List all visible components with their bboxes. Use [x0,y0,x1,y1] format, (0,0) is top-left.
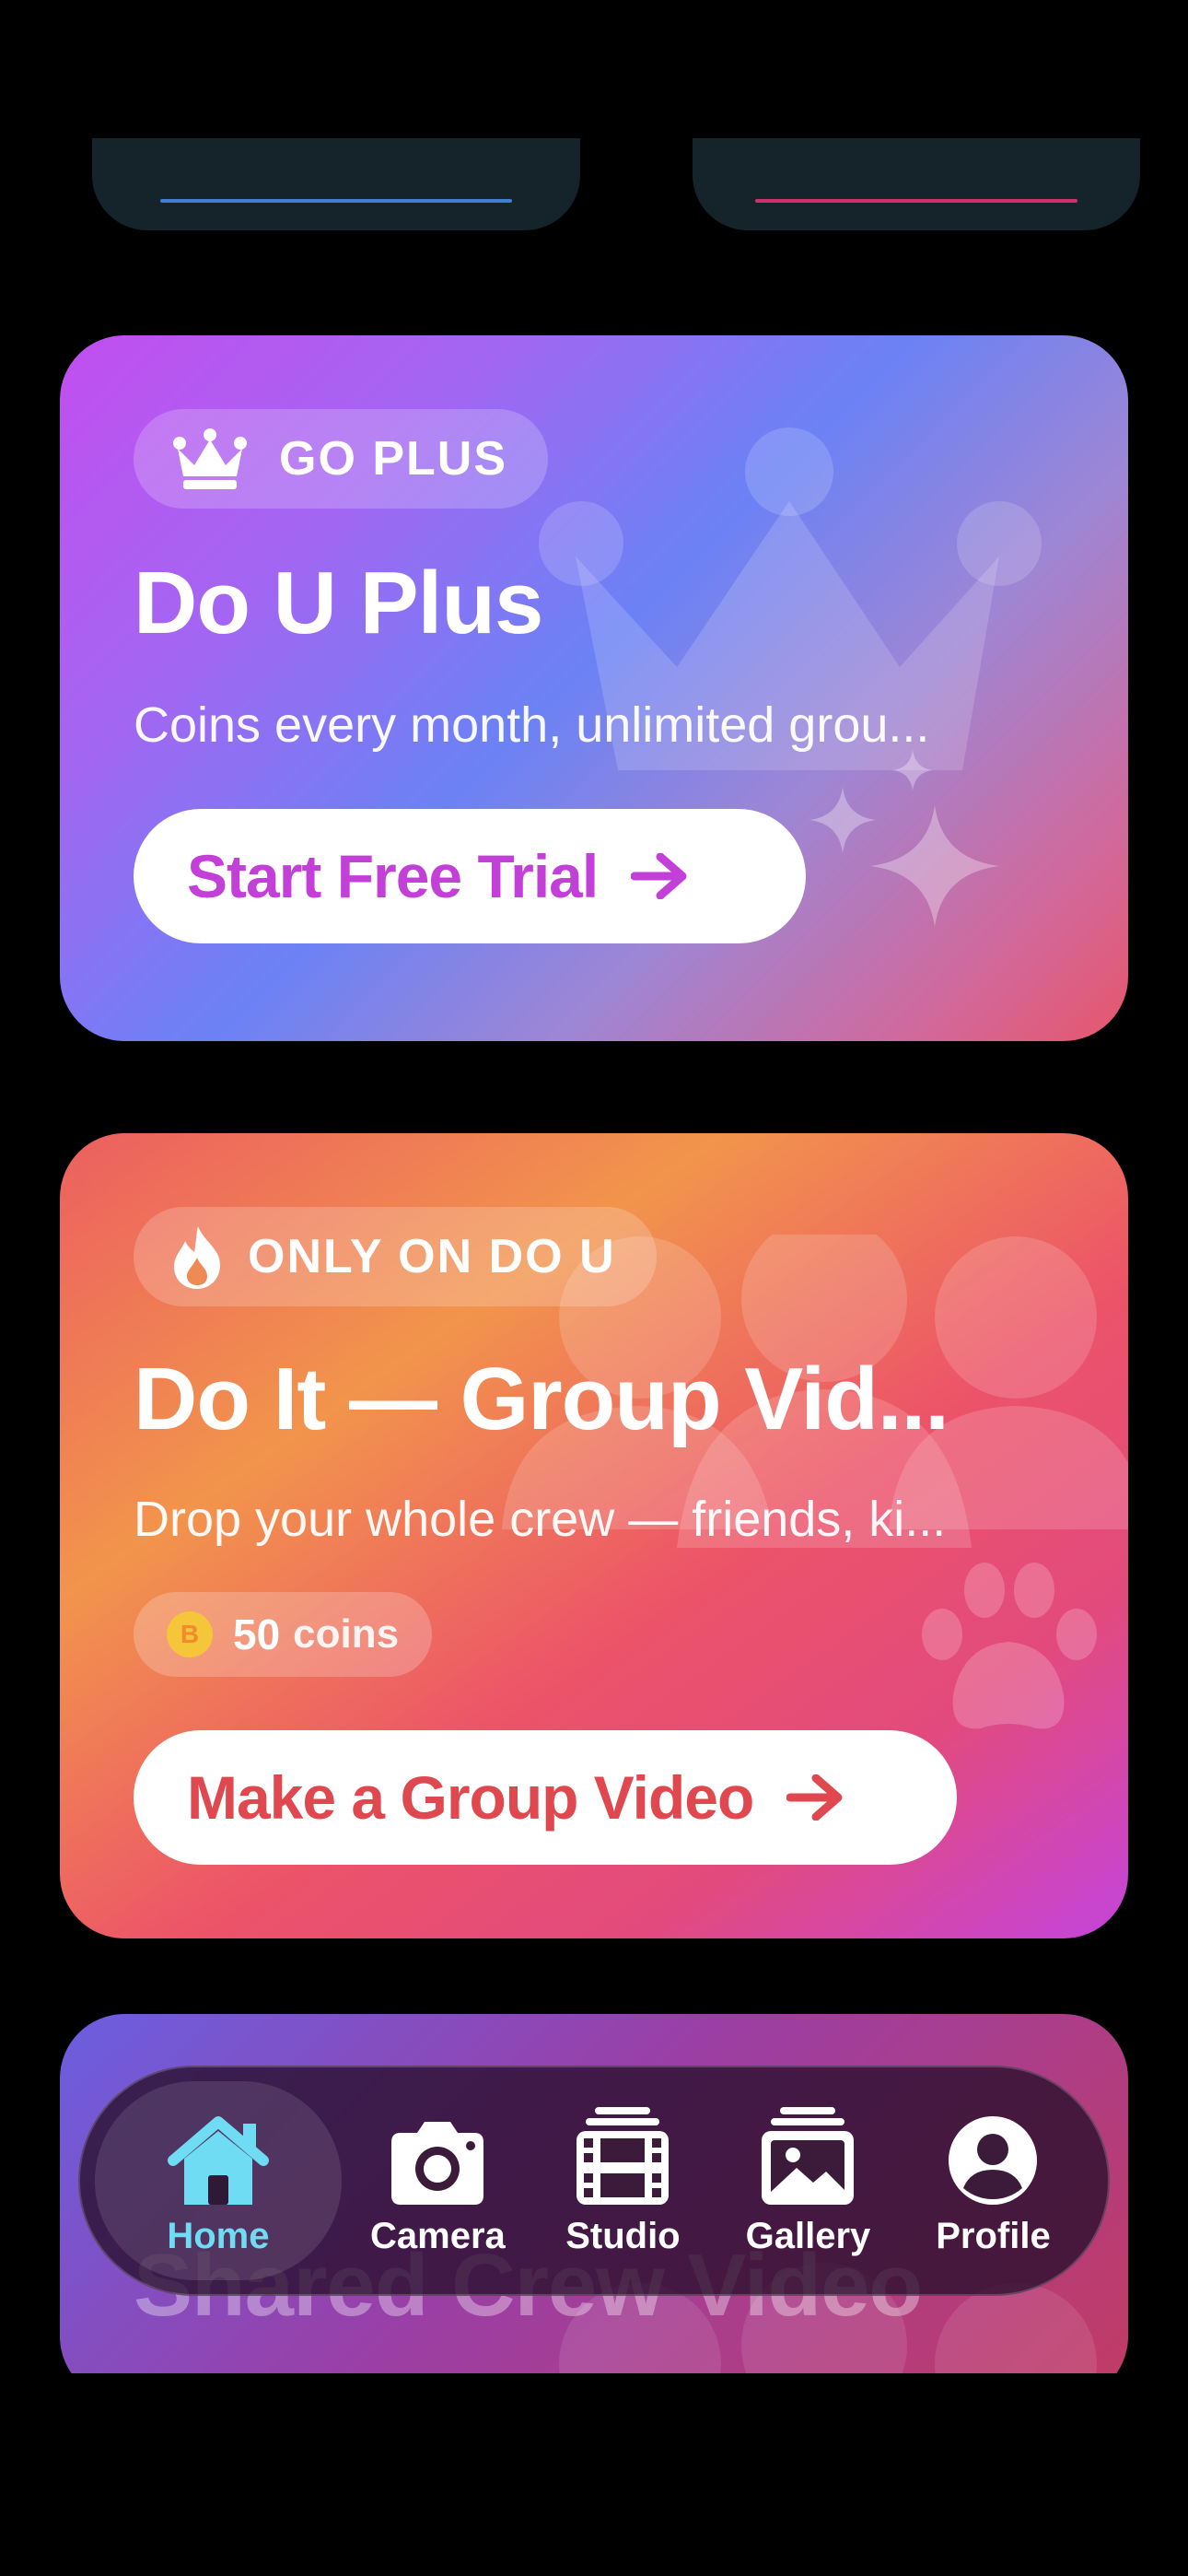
film-icon [575,2105,670,2207]
paw-decoration-icon [922,1563,1097,1729]
plus-card-title: Do U Plus [134,554,543,652]
house-icon [164,2105,273,2207]
coin-unit: coins [293,1611,400,1657]
tab-home[interactable]: Home [95,2081,342,2280]
badge-label: ONLY ON DO U [248,1230,616,1283]
tab-camera[interactable]: Camera [349,2081,527,2280]
arrow-right-icon [786,1774,844,1821]
tab-profile[interactable]: Profile [904,2081,1082,2280]
cta-label: Start Free Trial [187,842,599,910]
only-on-do-u-badge: ONLY ON DO U [134,1207,657,1306]
coin-icon: B [167,1611,213,1657]
plus-card-subtitle: Coins every month, unlimited grou... [134,697,930,753]
person-icon [947,2105,1039,2207]
home-screen: GO PLUS Do U Plus Coins every month, unl… [0,0,1188,2373]
tab-gallery[interactable]: Gallery [719,2081,897,2280]
tab-label: Gallery [745,2215,871,2256]
bottom-tab-bar: Home Camera Studio Gallery Profile [78,2066,1110,2296]
badge-label: GO PLUS [279,432,508,486]
tab-studio[interactable]: Studio [534,2081,712,2280]
sparkle-decoration-icon [809,750,999,927]
tab-label: Profile [936,2215,1051,2256]
camera-icon [382,2105,493,2207]
make-group-video-button[interactable]: Make a Group Video [134,1730,957,1865]
previous-card-left[interactable] [92,138,580,230]
tab-label: Studio [565,2215,681,2256]
group-video-card[interactable]: ONLY ON DO U Do It — Group Vid... Drop y… [60,1133,1128,1938]
start-free-trial-button[interactable]: Start Free Trial [134,809,806,943]
go-plus-badge: GO PLUS [134,409,549,509]
photo-icon [760,2105,856,2207]
tab-label: Camera [370,2215,506,2256]
plus-promo-card[interactable]: GO PLUS Do U Plus Coins every month, unl… [60,335,1128,1041]
group-card-subtitle: Drop your whole crew — friends, ki... [134,1492,947,1547]
group-card-title: Do It — Group Vid... [134,1350,949,1448]
cta-label: Make a Group Video [187,1763,754,1832]
coin-cost-badge: B 50 coins [134,1592,433,1677]
coin-amount: 50 [233,1610,281,1658]
flame-icon [174,1226,220,1289]
previous-card-right[interactable] [693,138,1140,230]
tab-label: Home [167,2215,270,2256]
arrow-right-icon [631,853,688,899]
crown-icon [173,428,247,489]
